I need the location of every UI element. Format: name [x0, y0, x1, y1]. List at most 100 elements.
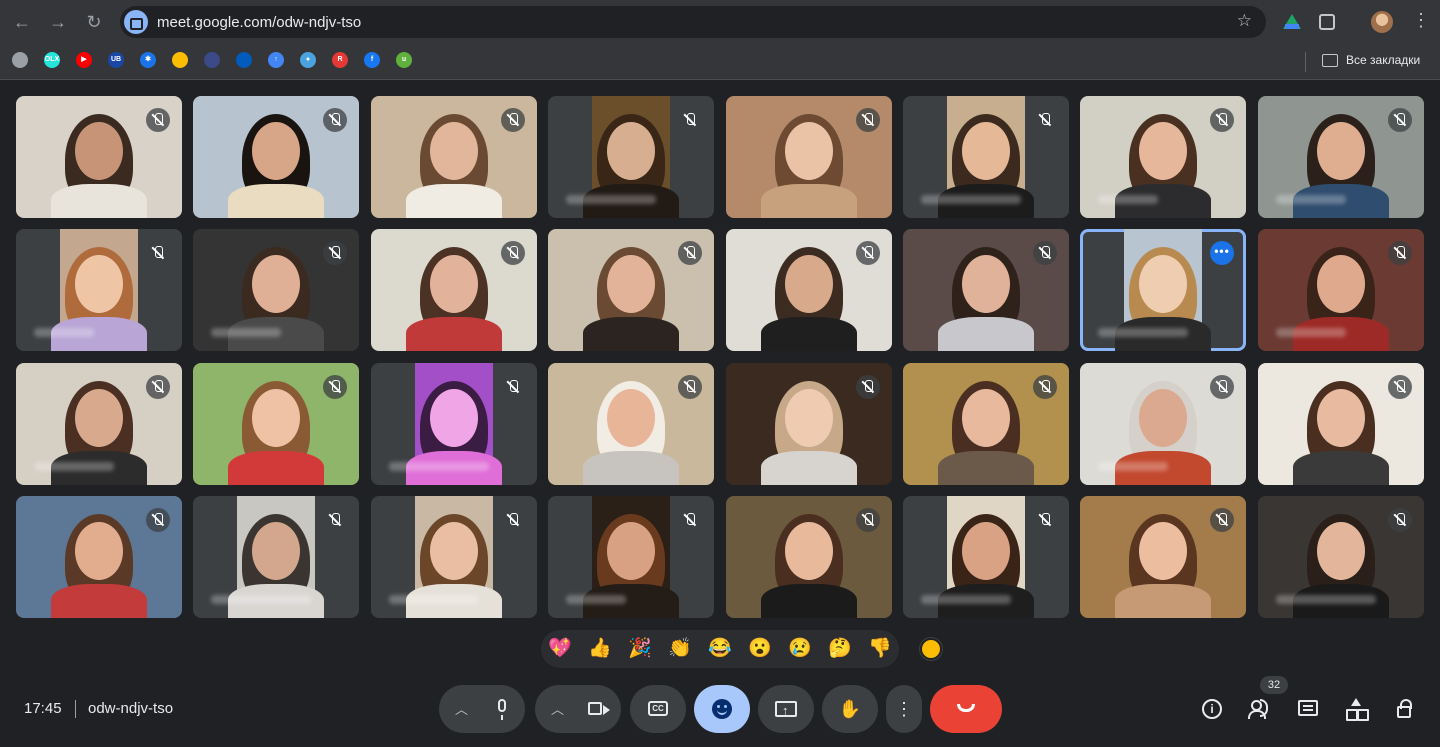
leave-call-button[interactable] — [930, 685, 1002, 733]
host-lock-icon — [1397, 699, 1412, 718]
participant-tile[interactable] — [193, 496, 359, 618]
mic-muted-icon — [146, 508, 170, 532]
participant-tile[interactable] — [903, 363, 1069, 485]
participant-tile[interactable] — [1080, 496, 1246, 618]
participant-tile[interactable]: ••• — [1080, 229, 1246, 351]
youtube-icon[interactable]: ▶ — [76, 52, 92, 68]
reactions-button[interactable] — [694, 685, 750, 733]
reaction-emoji[interactable]: 🎉 — [628, 637, 652, 661]
mic-muted-icon — [146, 241, 170, 265]
reaction-emoji[interactable]: 💖 — [548, 637, 572, 661]
participant-tile[interactable] — [193, 363, 359, 485]
url-text: meet.google.com/odw-ndjv-tso — [157, 14, 362, 31]
all-bookmarks-link[interactable]: Все закладки — [1346, 53, 1420, 67]
activities-icon[interactable] — [1344, 697, 1368, 721]
extensions-icon[interactable] — [1319, 14, 1335, 30]
meeting-details-button[interactable]: i — [1200, 697, 1224, 721]
participant-tile[interactable] — [1258, 229, 1424, 351]
participant-tile[interactable] — [548, 229, 714, 351]
participant-tile[interactable] — [903, 229, 1069, 351]
captions-button[interactable]: CC — [630, 685, 686, 733]
participant-tile[interactable] — [1080, 363, 1246, 485]
participant-tile[interactable] — [1258, 363, 1424, 485]
skin-tone-picker[interactable] — [920, 638, 942, 660]
video-options-chevron-icon[interactable]: ︿ — [551, 699, 564, 718]
bookmark-star-icon[interactable]: ☆ — [1237, 11, 1252, 31]
ub-icon[interactable]: UB — [108, 52, 124, 68]
participant-tile[interactable] — [193, 96, 359, 218]
host-controls-button[interactable] — [1393, 697, 1417, 721]
participant-tile[interactable] — [548, 96, 714, 218]
participant-tile[interactable] — [193, 229, 359, 351]
forward-button-icon[interactable]: → — [46, 10, 70, 34]
facebook-icon[interactable]: f — [364, 52, 380, 68]
browser-menu-icon[interactable]: ⋮ — [1412, 10, 1430, 31]
participant-tile[interactable] — [1258, 96, 1424, 218]
participant-tile[interactable] — [726, 96, 892, 218]
participant-face — [75, 522, 123, 580]
reaction-emoji[interactable]: 🤔 — [828, 637, 852, 661]
participant-tile[interactable] — [903, 496, 1069, 618]
arrow-icon[interactable]: ↑ — [268, 52, 284, 68]
reaction-emoji[interactable]: 👎 — [868, 637, 892, 661]
reaction-emoji[interactable]: 👏 — [668, 637, 692, 661]
site-info-icon[interactable] — [124, 10, 148, 34]
participant-tile[interactable] — [726, 363, 892, 485]
google-drive-icon[interactable] — [1282, 12, 1302, 32]
participant-tile[interactable] — [548, 363, 714, 485]
star-icon[interactable]: ✱ — [140, 52, 156, 68]
record-icon[interactable]: ● — [300, 52, 316, 68]
participant-face — [607, 255, 655, 313]
participant-tile[interactable] — [371, 96, 537, 218]
reaction-emoji[interactable]: 😢 — [788, 637, 812, 661]
reload-button-icon[interactable]: ↻ — [82, 10, 106, 34]
participant-tile[interactable] — [903, 96, 1069, 218]
people-icon[interactable] — [1248, 697, 1272, 721]
address-bar[interactable]: meet.google.com/odw-ndjv-tso ☆ — [120, 6, 1266, 38]
lifecell-icon[interactable] — [172, 52, 188, 68]
participant-tile[interactable] — [16, 96, 182, 218]
folder-icon[interactable] — [1322, 54, 1338, 67]
participant-name-blurred — [1276, 195, 1346, 204]
trident-icon[interactable] — [236, 52, 252, 68]
participant-tile[interactable] — [16, 363, 182, 485]
camera-control: ︿ — [535, 685, 621, 733]
participant-tile[interactable] — [371, 229, 537, 351]
camera-button[interactable] — [586, 697, 610, 721]
participant-name-blurred — [921, 195, 1021, 204]
participant-tile[interactable] — [1258, 496, 1424, 618]
globe-icon[interactable] — [12, 52, 28, 68]
participant-tile[interactable] — [371, 496, 537, 618]
olx-icon[interactable]: OLX — [44, 52, 60, 68]
reaction-emoji[interactable]: 😂 — [708, 637, 732, 661]
raise-hand-button[interactable]: ✋ — [822, 685, 878, 733]
audio-options-chevron-icon[interactable]: ︿ — [455, 699, 468, 718]
reaction-emoji[interactable]: 👍 — [588, 637, 612, 661]
profile-avatar[interactable] — [1371, 11, 1393, 33]
back-button-icon[interactable]: ← — [10, 10, 34, 34]
participant-tile[interactable] — [371, 363, 537, 485]
tile-more-options-icon[interactable]: ••• — [1210, 241, 1234, 265]
participant-tile[interactable] — [548, 496, 714, 618]
microphone-button[interactable] — [490, 697, 514, 721]
more-options-button[interactable]: ⋮ — [886, 685, 922, 733]
participant-face — [962, 255, 1010, 313]
participant-tile[interactable] — [16, 496, 182, 618]
reaction-emoji[interactable]: 😮 — [748, 637, 772, 661]
participant-tile[interactable] — [16, 229, 182, 351]
participant-tile[interactable] — [726, 229, 892, 351]
r-icon[interactable]: R — [332, 52, 348, 68]
mic-muted-icon — [323, 508, 347, 532]
participant-tile[interactable] — [1080, 96, 1246, 218]
present-button[interactable] — [758, 685, 814, 733]
participant-name-blurred — [1098, 328, 1188, 337]
mic-muted-icon — [678, 241, 702, 265]
planet-icon[interactable] — [204, 52, 220, 68]
participant-face — [75, 122, 123, 180]
chat-button[interactable] — [1296, 697, 1320, 721]
participant-body — [761, 184, 857, 218]
participant-tile[interactable] — [726, 496, 892, 618]
participant-body — [583, 317, 679, 351]
green-u-icon[interactable]: u — [396, 52, 412, 68]
participant-body — [583, 451, 679, 485]
